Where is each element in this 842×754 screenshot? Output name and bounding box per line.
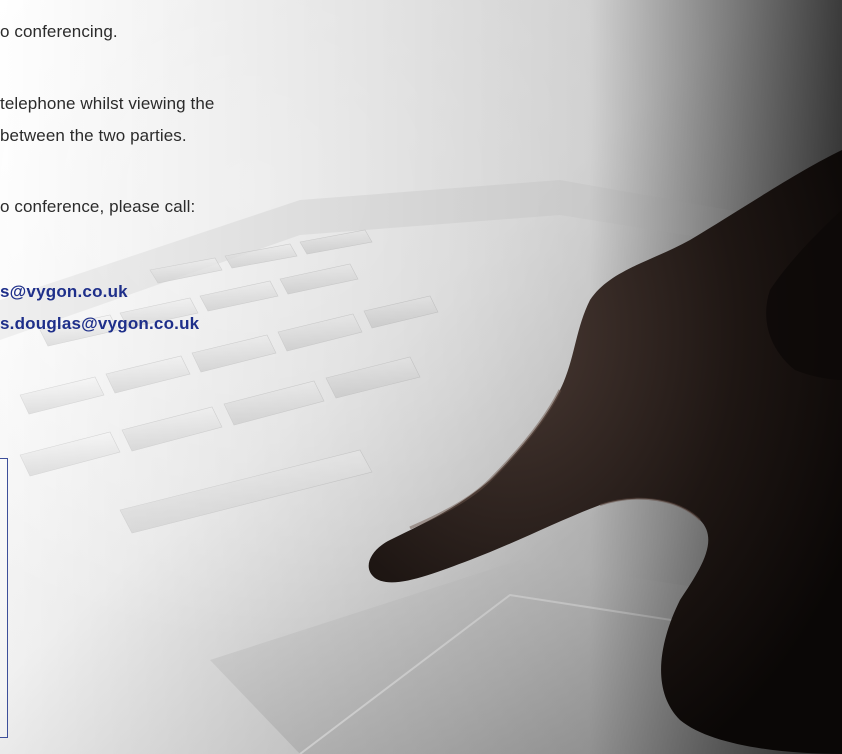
body-text-line-3: between the two parties. <box>0 126 187 145</box>
body-text-line-1: o conferencing. <box>0 22 118 41</box>
contact-email-1[interactable]: s@vygon.co.uk <box>0 282 128 302</box>
body-text-line-4: o conference, please call: <box>0 197 196 216</box>
document-page: o conferencing. telephone whilst viewing… <box>0 0 842 754</box>
contact-email-2[interactable]: s.douglas@vygon.co.uk <box>0 314 199 334</box>
contact-text-block: o conferencing. telephone whilst viewing… <box>0 0 842 754</box>
body-text-line-2: telephone whilst viewing the <box>0 94 215 113</box>
bordered-info-box <box>0 458 8 738</box>
